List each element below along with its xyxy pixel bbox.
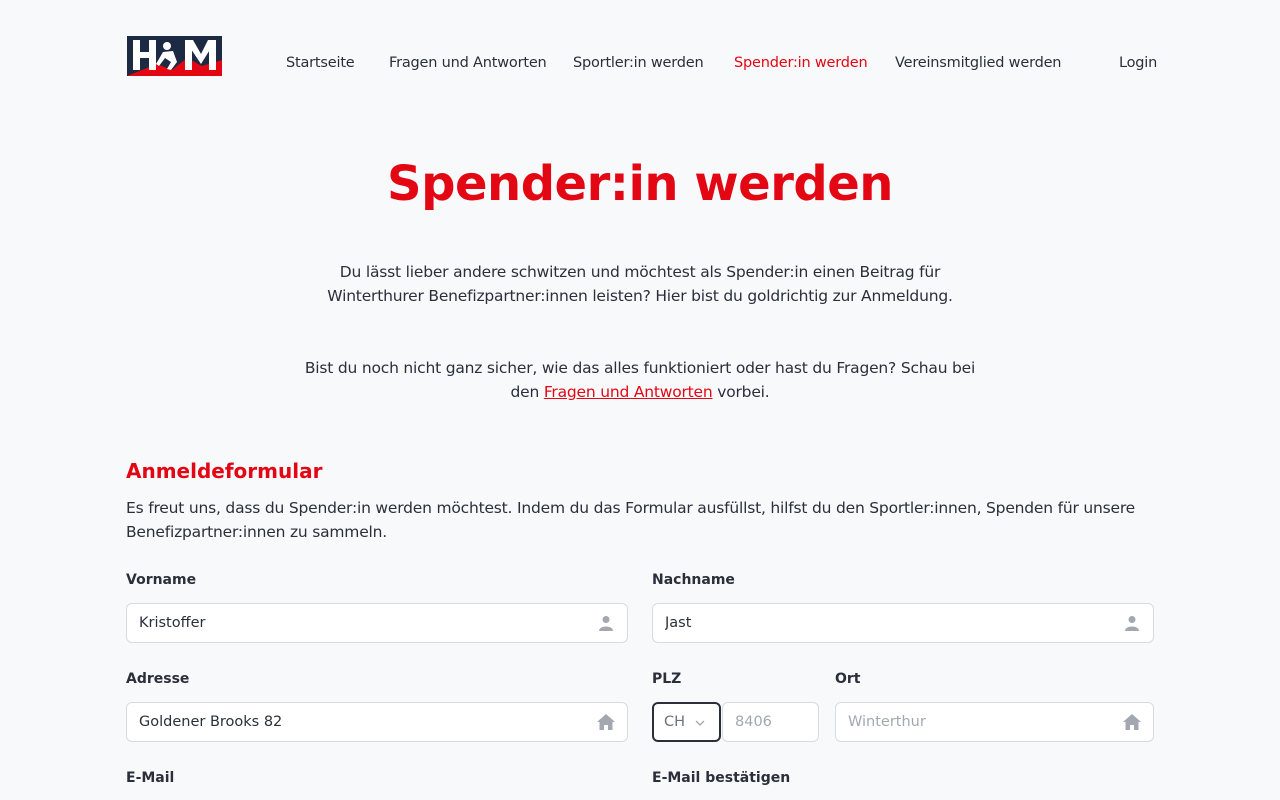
chevron-down-icon <box>695 714 705 730</box>
vorname-label: Vorname <box>126 572 197 588</box>
intro-line-1: Du lässt lieber andere schwitzen und möc… <box>339 263 941 281</box>
plz-label: PLZ <box>652 671 682 687</box>
email-label: E-Mail <box>126 770 175 786</box>
person-icon <box>1123 614 1141 632</box>
nav-fragen-und-antworten[interactable]: Fragen und Antworten <box>389 55 547 71</box>
plz-placeholder: 8406 <box>735 714 772 730</box>
nachname-label: Nachname <box>652 572 735 588</box>
intro-text: Du lässt lieber andere schwitzen und möc… <box>290 260 990 308</box>
form-description: Es freut uns, dass du Spender:in werden … <box>126 499 1136 541</box>
plz-field[interactable]: 8406 <box>722 702 819 742</box>
nav-spender-werden[interactable]: Spender:in werden <box>734 55 868 71</box>
country-value: CH <box>664 714 686 730</box>
person-icon <box>597 614 615 632</box>
faq-text: Bist du noch nicht ganz sicher, wie das … <box>290 356 990 404</box>
login-link[interactable]: Login <box>1119 55 1157 71</box>
adresse-field[interactable]: Goldener Brooks 82 <box>126 702 628 742</box>
nav-startseite[interactable]: Startseite <box>286 55 355 71</box>
adresse-label: Adresse <box>126 671 190 687</box>
vorname-field[interactable]: Kristoffer <box>126 603 628 643</box>
country-select[interactable]: CH <box>652 702 721 742</box>
faq-suffix: vorbei. <box>717 383 770 401</box>
faq-link[interactable]: Fragen und Antworten <box>544 383 713 401</box>
ort-label: Ort <box>835 671 861 687</box>
home-icon <box>597 713 615 731</box>
ort-field[interactable]: Winterthur <box>835 702 1154 742</box>
vorname-value: Kristoffer <box>139 615 206 631</box>
page-title: Spender:in werden <box>387 156 893 212</box>
form-title: Anmeldeformular <box>126 459 323 483</box>
ort-placeholder: Winterthur <box>848 714 926 730</box>
hsm-logo[interactable] <box>127 36 222 76</box>
faq-line-1: Bist du noch nicht ganz sicher, wie das … <box>304 359 976 377</box>
nav-sportler-werden[interactable]: Sportler:in werden <box>573 55 704 71</box>
intro-line-2: Winterthurer Benefizpartner:innen leiste… <box>327 287 953 305</box>
adresse-value: Goldener Brooks 82 <box>139 714 283 730</box>
nachname-field[interactable]: Jast <box>652 603 1154 643</box>
header: Startseite Fragen und Antworten Sportler… <box>0 0 1280 130</box>
faq-line-2: den Fragen und Antworten vorbei. <box>290 380 990 404</box>
faq-prefix: den <box>510 383 540 401</box>
nav-vereinsmitglied-werden[interactable]: Vereinsmitglied werden <box>895 55 1061 71</box>
home-icon <box>1123 713 1141 731</box>
email-confirm-label: E-Mail bestätigen <box>652 770 791 786</box>
nachname-value: Jast <box>665 615 692 631</box>
